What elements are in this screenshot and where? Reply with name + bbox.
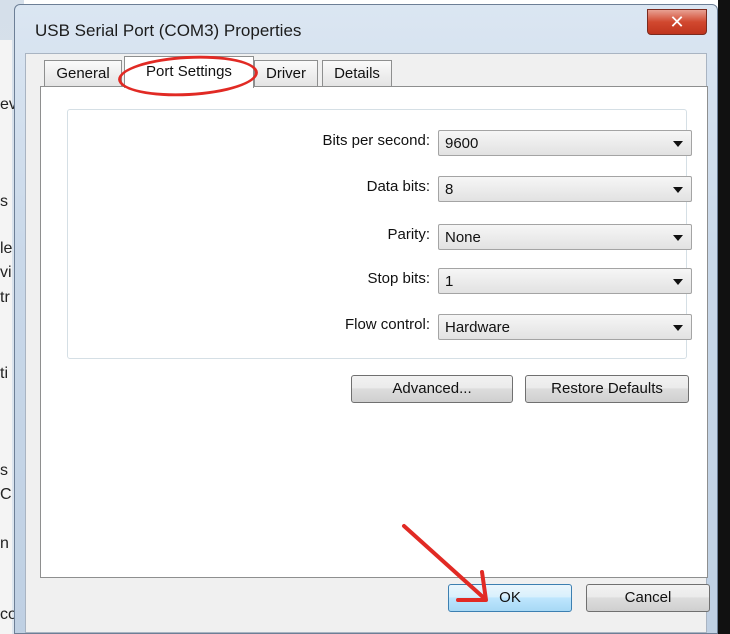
tab-label: Details bbox=[334, 65, 380, 82]
screen-edge bbox=[718, 0, 730, 634]
chevron-down-icon bbox=[673, 325, 683, 331]
restore-defaults-button[interactable]: Restore Defaults bbox=[525, 375, 689, 403]
tab-driver[interactable]: Driver bbox=[254, 60, 318, 86]
select-value: Hardware bbox=[445, 319, 511, 336]
flow-control-label: Flow control: bbox=[344, 316, 430, 333]
settings-group: Bits per second: 9600 Data bits: 8 Parit… bbox=[67, 109, 692, 359]
select-value: 1 bbox=[445, 273, 454, 290]
select-value: None bbox=[445, 229, 481, 246]
stop-bits-label: Stop bits: bbox=[367, 270, 430, 287]
chevron-down-icon bbox=[673, 279, 683, 285]
select-value: 9600 bbox=[445, 135, 479, 152]
tab-general[interactable]: General bbox=[44, 60, 122, 86]
chevron-down-icon bbox=[673, 235, 683, 241]
close-button[interactable]: ✕ bbox=[647, 9, 707, 35]
ok-button[interactable]: OK bbox=[448, 584, 572, 612]
tab-details[interactable]: Details bbox=[322, 60, 392, 86]
tab-label: General bbox=[56, 65, 110, 82]
flow-control-select[interactable]: Hardware bbox=[438, 314, 692, 340]
chevron-down-icon bbox=[673, 187, 683, 193]
cancel-button[interactable]: Cancel bbox=[586, 584, 710, 612]
stop-bits-select[interactable]: 1 bbox=[438, 268, 692, 294]
chevron-down-icon bbox=[673, 141, 683, 147]
parity-label: Parity: bbox=[387, 226, 430, 243]
data-bits-label: Data bits: bbox=[366, 178, 430, 195]
parity-select[interactable]: None bbox=[438, 224, 692, 250]
advanced-button[interactable]: Advanced... bbox=[351, 375, 513, 403]
select-value: 8 bbox=[445, 181, 454, 198]
data-bits-select[interactable]: 8 bbox=[438, 176, 692, 202]
dialog-title: USB Serial Port (COM3) Properties bbox=[35, 21, 302, 40]
close-icon: ✕ bbox=[669, 12, 685, 32]
tab-label: Driver bbox=[266, 65, 306, 82]
bits-per-second-select[interactable]: 9600 bbox=[438, 130, 692, 156]
port-settings-panel: Bits per second: 9600 Data bits: 8 Parit… bbox=[40, 86, 708, 578]
bits-per-second-label: Bits per second: bbox=[322, 132, 430, 149]
